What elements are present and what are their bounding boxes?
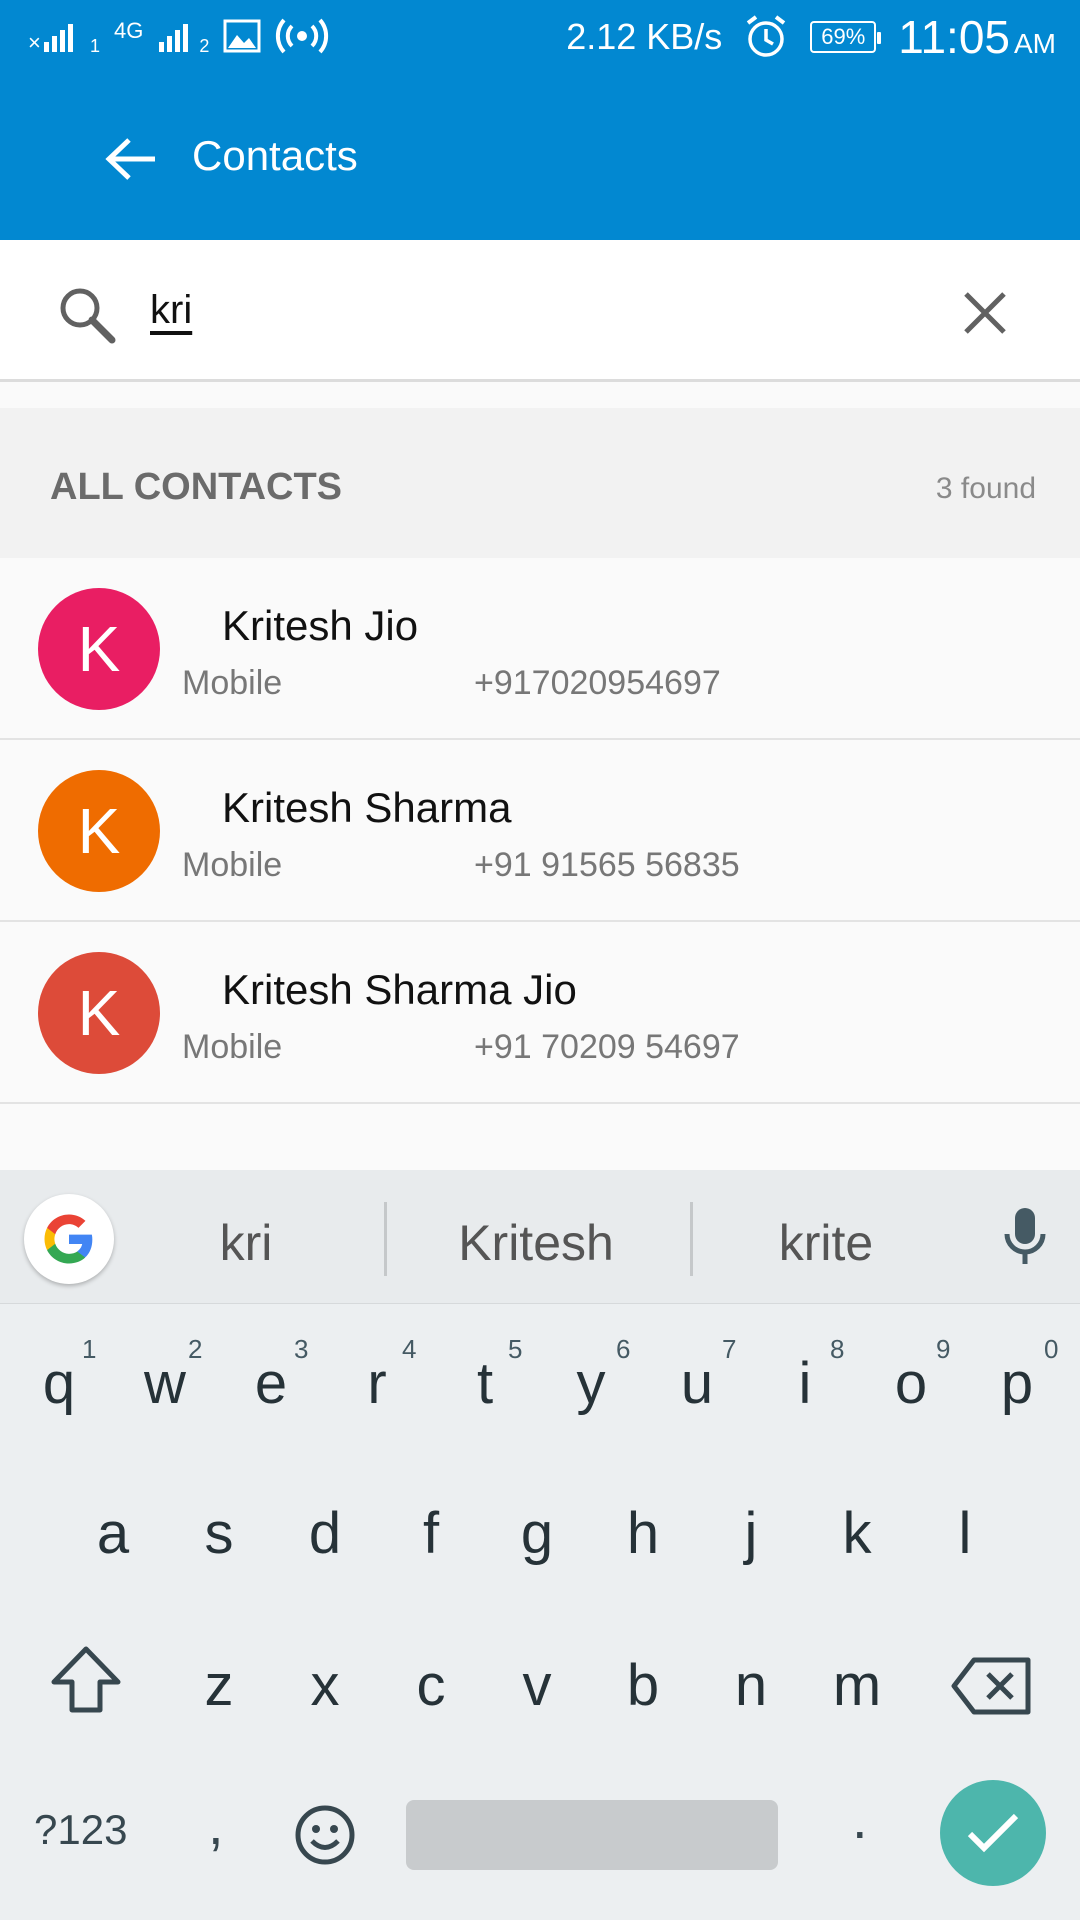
page-title: Contacts [192, 132, 358, 179]
suggestion-3[interactable]: krite [706, 1214, 946, 1272]
space-key[interactable] [406, 1800, 778, 1870]
key-v[interactable]: v [492, 1652, 582, 1719]
contact-name: Kritesh Sharma [222, 784, 512, 831]
enter-key[interactable] [940, 1780, 1046, 1886]
phone-number: +917020954697 [474, 664, 721, 702]
shift-icon [51, 1646, 121, 1713]
check-icon [967, 1813, 1019, 1853]
key-hint: 9 [936, 1334, 951, 1364]
search-icon [60, 288, 116, 344]
soft-keyboard: kri Kritesh krite q w e r t y u i o p 1 … [0, 1170, 1080, 1920]
signal-icon: × [28, 23, 73, 55]
backspace-key[interactable] [950, 1656, 1032, 1721]
alarm-icon [747, 15, 786, 57]
contact-row[interactable]: K Kritesh Sharma Jio Mobile +91 70209 54… [0, 922, 1080, 1104]
key-x[interactable]: x [280, 1652, 370, 1719]
contact-row[interactable]: K Kritesh Sharma Mobile +91 91565 56835 [0, 740, 1080, 922]
key-hint: 2 [188, 1334, 203, 1364]
key-hint: 1 [82, 1334, 97, 1364]
key-n[interactable]: n [706, 1652, 796, 1719]
suggestion-divider [690, 1202, 693, 1276]
battery-level: 69% [821, 24, 866, 49]
avatar: K [38, 952, 160, 1074]
status-bar: × 1 4G 2 2.12 KB/s 69% 11:05 AM [0, 0, 1080, 76]
key-z[interactable]: z [174, 1652, 264, 1719]
clock-time: 11:05 [898, 11, 1010, 63]
svg-text:×: × [28, 30, 41, 55]
section-header: ALL CONTACTS 3 found [0, 408, 1080, 558]
key-hint: 6 [616, 1334, 631, 1364]
avatar: K [38, 770, 160, 892]
shift-key[interactable] [48, 1644, 124, 1719]
emoji-icon [295, 1805, 355, 1865]
key-j[interactable]: j [706, 1500, 796, 1567]
close-icon [964, 292, 1006, 334]
mic-icon [1004, 1208, 1046, 1264]
search-bar: kri [0, 240, 1080, 382]
phone-type: Mobile [182, 1028, 283, 1066]
key-l[interactable]: l [920, 1500, 1010, 1567]
emoji-key[interactable] [294, 1804, 356, 1871]
key-hint: 7 [722, 1334, 737, 1364]
suggestion-bar: kri Kritesh krite [0, 1170, 1080, 1304]
clock-ampm: AM [1014, 28, 1056, 59]
backspace-icon [951, 1657, 1031, 1715]
period-key[interactable]: . [852, 1786, 868, 1851]
sim1-label: 1 [90, 36, 101, 56]
key-c[interactable]: c [386, 1652, 476, 1719]
key-a[interactable]: a [68, 1500, 158, 1567]
key-d[interactable]: d [280, 1500, 370, 1567]
image-icon [223, 19, 261, 52]
suggestion-1[interactable]: kri [126, 1214, 366, 1272]
key-f[interactable]: f [386, 1500, 476, 1567]
search-input[interactable]: kri [150, 288, 192, 333]
battery-icon: 69% [810, 21, 882, 53]
status-right: 2.12 KB/s 69% 11:05 AM [566, 10, 1056, 64]
status-left: × 1 4G 2 [28, 14, 329, 57]
key-k[interactable]: k [812, 1500, 902, 1567]
key-b[interactable]: b [598, 1652, 688, 1719]
avatar: K [38, 588, 160, 710]
suggestion-divider [384, 1202, 387, 1276]
hotspot-icon [276, 18, 329, 53]
key-hint: 8 [830, 1334, 845, 1364]
contact-row[interactable]: K Kritesh Jio Mobile +917020954697 [0, 558, 1080, 740]
voice-input-button[interactable] [1002, 1206, 1048, 1273]
results-count: 3 found [935, 472, 1036, 505]
signal-icon [159, 23, 189, 52]
phone-number: +91 91565 56835 [474, 846, 740, 884]
clear-search-button[interactable] [958, 286, 1012, 340]
key-m[interactable]: m [812, 1652, 902, 1719]
key-hint: 3 [294, 1334, 309, 1364]
clock: 11:05 AM [898, 10, 1056, 64]
contact-name: Kritesh Sharma Jio [222, 966, 577, 1013]
phone-number: +91 70209 54697 [474, 1028, 740, 1066]
key-hint: 4 [402, 1334, 417, 1364]
app-bar: Contacts [0, 76, 1080, 240]
arrow-back-icon [105, 138, 155, 180]
sim2-label: 2 [199, 36, 210, 56]
key-hint: 5 [508, 1334, 523, 1364]
key-h[interactable]: h [598, 1500, 688, 1567]
suggestion-2[interactable]: Kritesh [416, 1214, 656, 1272]
phone-type: Mobile [182, 664, 283, 702]
back-button[interactable] [100, 128, 162, 190]
google-g-icon [44, 1214, 93, 1264]
comma-key[interactable]: , [208, 1792, 224, 1857]
network-type: 4G [114, 17, 144, 43]
network-speed: 2.12 KB/s [566, 16, 723, 57]
phone-type: Mobile [182, 846, 283, 884]
contact-name: Kritesh Jio [222, 602, 419, 649]
key-hint: 0 [1044, 1334, 1059, 1364]
key-g[interactable]: g [492, 1500, 582, 1567]
key-s[interactable]: s [174, 1500, 264, 1567]
google-logo[interactable] [24, 1194, 114, 1284]
symbols-key[interactable]: ?123 [34, 1806, 127, 1854]
section-title: ALL CONTACTS [50, 466, 343, 508]
